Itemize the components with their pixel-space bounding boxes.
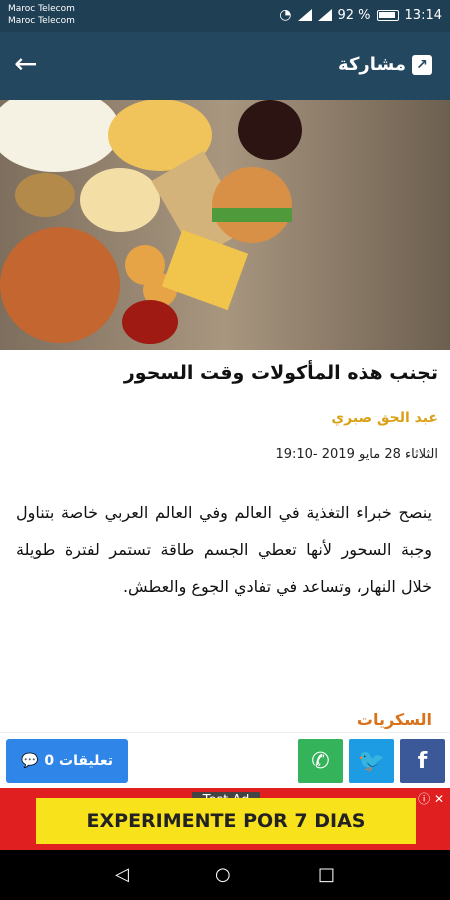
twitter-icon: 🐦 <box>357 748 386 774</box>
facebook-share-button[interactable]: f <box>400 739 445 783</box>
ad-cta-button[interactable]: EXPERIMENTE POR 7 DIAS <box>36 798 416 844</box>
ad-banner[interactable]: Test Ad ⓘ ✕ EXPERIMENTE POR 7 DIAS <box>0 788 450 850</box>
wifi-icon: ◔ <box>279 7 292 23</box>
nav-back-icon[interactable]: ◁ <box>115 864 129 885</box>
chat-bubbles-icon: 💬 <box>20 753 39 769</box>
article-date: الثلاثاء 28 مايو 2019 -19:10 <box>275 447 438 462</box>
bottom-action-bar: تعليقات 0 💬 ✆ 🐦 f <box>0 732 450 788</box>
share-button[interactable]: مشاركة ↗ <box>338 54 432 75</box>
comments-button[interactable]: تعليقات 0 💬 <box>6 739 128 783</box>
article-title: تجنب هذه المأكولات وقت السحور <box>123 362 438 384</box>
battery-icon <box>376 9 399 21</box>
ad-close-icon[interactable]: ⓘ ✕ <box>418 790 444 807</box>
status-bar: Maroc Telecom Maroc Telecom ◔ 92 % 13:14 <box>0 0 450 32</box>
carrier-2: Maroc Telecom <box>8 16 75 26</box>
signal-icon-1 <box>297 9 312 21</box>
share-icon: ↗ <box>412 54 432 75</box>
share-label: مشاركة <box>338 54 406 75</box>
comments-label: تعليقات 0 <box>44 753 114 769</box>
nav-home-icon[interactable]: ○ <box>215 864 231 885</box>
carrier-labels: Maroc Telecom Maroc Telecom <box>8 3 75 27</box>
article-hero-image <box>0 100 450 350</box>
facebook-icon: f <box>417 748 428 774</box>
battery-percent: 92 % <box>337 7 371 23</box>
food-illustration <box>0 100 450 350</box>
clock: 13:14 <box>404 7 442 23</box>
carrier-1: Maroc Telecom <box>8 4 75 14</box>
section-heading: السكريات <box>356 710 432 729</box>
whatsapp-icon: ✆ <box>311 748 330 774</box>
nav-recent-apps-icon[interactable]: □ <box>318 864 335 885</box>
status-icons: ◔ 92 % 13:14 <box>279 7 442 23</box>
app-bar: ← مشاركة ↗ <box>0 32 450 100</box>
signal-icon-2 <box>317 9 332 21</box>
back-arrow-icon[interactable]: ← <box>14 50 37 78</box>
article-author[interactable]: عبد الحق صبري <box>331 410 438 426</box>
android-nav-bar: ◁ ○ □ <box>0 850 450 900</box>
whatsapp-share-button[interactable]: ✆ <box>298 739 343 783</box>
twitter-share-button[interactable]: 🐦 <box>349 739 394 783</box>
article-body: ينصح خبراء التغذية في العالم وفي العالم … <box>16 503 432 596</box>
